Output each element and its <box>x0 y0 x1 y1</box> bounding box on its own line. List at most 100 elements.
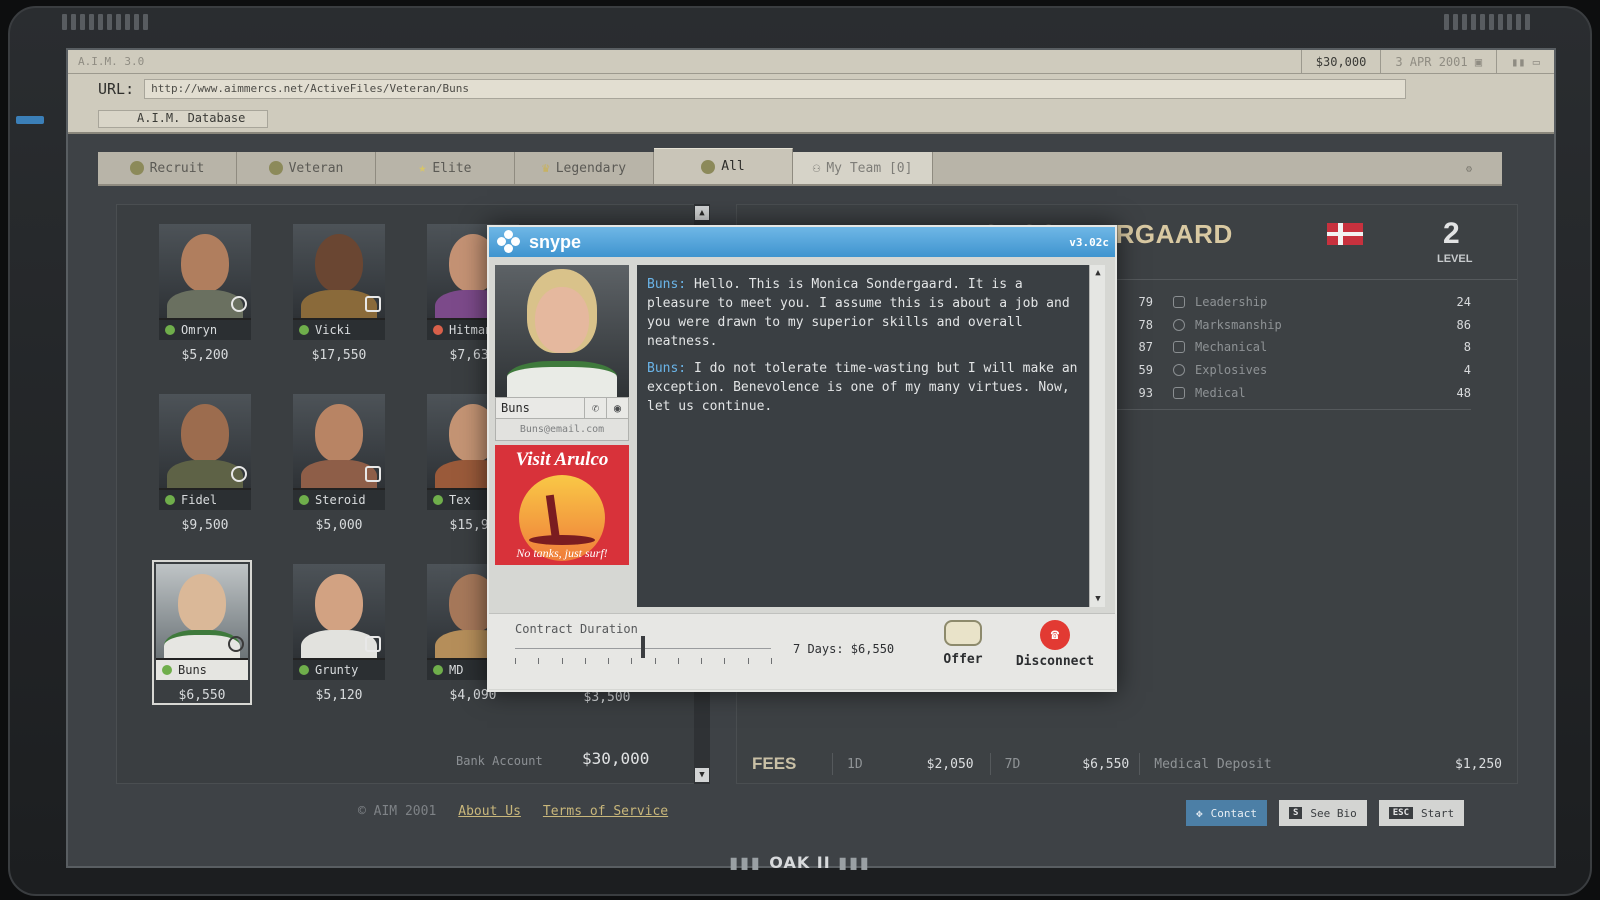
tab-recruit[interactable]: Recruit <box>98 152 237 184</box>
contact-button[interactable]: ✥ Contact <box>1186 800 1267 826</box>
merc-portrait <box>293 224 385 320</box>
slider-tick <box>677 658 679 664</box>
offer-button[interactable]: Offer <box>935 620 991 667</box>
shield-icon <box>365 636 381 652</box>
date-readout: 3 APR 2001 ▣ <box>1380 50 1496 73</box>
slider-tick <box>701 658 703 664</box>
slider-handle[interactable] <box>641 636 645 658</box>
tab-legendary[interactable]: ♛ Legendary <box>515 152 654 184</box>
database-tab[interactable]: A.I.M. Database <box>98 110 268 128</box>
key-hint: S <box>1288 807 1303 819</box>
status-dot <box>162 665 172 675</box>
crosshair-icon <box>228 636 244 652</box>
app-version: A.I.M. 3.0 <box>78 55 145 68</box>
scroll-down-icon[interactable]: ▼ <box>1092 593 1104 605</box>
status-dot <box>299 495 309 505</box>
skill-row: 93 Medical 48 <box>1109 381 1471 404</box>
snype-title: snype <box>529 231 582 252</box>
hint-icon[interactable]: ⚙ <box>1466 152 1502 184</box>
contract-panel: Contract Duration 7 Days: $6,550 Offer ☎… <box>489 613 1115 689</box>
brand-stripes-icon: ▮▮▮ <box>729 853 770 872</box>
start-button[interactable]: ESC Start <box>1378 800 1465 826</box>
slider-tick <box>654 658 656 664</box>
fee-7d-value: $6,550 <box>1082 756 1130 772</box>
profile-icon[interactable]: ◉ <box>606 398 628 418</box>
target-icon <box>1173 318 1185 331</box>
merc-card-steroid[interactable]: Steroid $5,000 <box>290 394 388 533</box>
scroll-down-icon[interactable]: ▼ <box>695 768 709 782</box>
tab-my-team[interactable]: ⚇ My Team [0] <box>793 152 933 184</box>
gear-icon <box>365 466 381 482</box>
snype-title-bar[interactable]: snype v3.02c <box>489 227 1115 257</box>
status-dot <box>433 325 443 335</box>
scroll-up-icon[interactable]: ▲ <box>695 206 709 220</box>
terms-link[interactable]: Terms of Service <box>543 804 668 819</box>
contact-email: Buns@email.com <box>495 419 629 441</box>
merc-card-vicki[interactable]: Vicki $17,550 <box>290 224 388 363</box>
monitor-brand: ▮▮▮ OAK II ▮▮▮ <box>10 853 1590 872</box>
merc-card-omryn[interactable]: Omryn $5,200 <box>156 224 254 363</box>
merc-price: $5,120 <box>315 688 363 703</box>
medical-deposit-label: Medical Deposit <box>1154 756 1272 772</box>
tab-all[interactable]: All <box>654 148 793 184</box>
bank-account-label: Bank Account <box>456 754 543 768</box>
tab-label: My Team [0] <box>826 160 913 176</box>
skill-name: Marksmanship <box>1195 317 1282 332</box>
merc-name: Steroid <box>315 493 366 507</box>
disconnect-button[interactable]: ☎ Disconnect <box>999 620 1111 669</box>
url-field[interactable]: http://www.aimmercs.net/ActiveFiles/Vete… <box>144 79 1407 99</box>
contract-duration-value: 7 Days: $6,550 <box>793 642 895 656</box>
merc-price: $5,000 <box>315 518 363 533</box>
contact-card: Buns ✆ ◉ Buns@email.com Visit Arulco No t… <box>495 265 629 565</box>
merc-card-grunty[interactable]: Grunty $5,120 <box>290 564 388 703</box>
tab-label: Legendary <box>555 160 627 176</box>
star-icon: ★ <box>418 160 427 176</box>
shield-badge-icon <box>268 161 283 175</box>
slider-tick <box>747 658 749 664</box>
merc-name: Buns <box>178 663 207 677</box>
ad-headline: Visit Arulco <box>515 449 609 470</box>
tab-veteran[interactable]: Veteran <box>237 152 376 184</box>
offer-label: Offer <box>943 652 983 667</box>
merc-level: 2 <box>1443 217 1460 250</box>
merc-name-bar: Buns <box>156 660 248 680</box>
skill-row: 59 Explosives 4 <box>1109 359 1471 382</box>
status-dot <box>433 495 443 505</box>
chat-speaker: Buns: <box>647 277 687 292</box>
site-footer: © AIM 2001 About Us Terms of Service <box>358 804 668 819</box>
fee-1d-label: 1D <box>847 756 863 772</box>
see-bio-label: See Bio <box>1310 806 1357 820</box>
category-tabs: Recruit Veteran ★ Elite ♛ Legendary All ⚇ M… <box>98 148 1502 186</box>
slider-tick <box>724 658 726 664</box>
balance-readout: $30,000 <box>1300 50 1381 73</box>
skill-name: Explosives <box>1195 363 1268 378</box>
skill-name: Mechanical <box>1195 340 1268 355</box>
skill-row: 79 Leadership 24 <box>1109 291 1471 314</box>
divider <box>1139 753 1141 775</box>
phone-icon[interactable]: ✆ <box>584 398 606 418</box>
about-us-link[interactable]: About Us <box>458 804 521 819</box>
merc-card-fidel[interactable]: Fidel $9,500 <box>156 394 254 533</box>
merc-name: Tex <box>449 493 471 507</box>
skill-value: 4 <box>1463 363 1471 378</box>
status-dot <box>299 665 309 675</box>
calendar-icon[interactable]: ▣ <box>1475 55 1482 69</box>
slider-tick <box>771 658 772 664</box>
merc-portrait <box>293 394 385 490</box>
chat-scrollbar[interactable]: ▲ ▼ <box>1089 265 1105 607</box>
chat-text: Hello. This is Monica Sondergaard. It is… <box>647 277 1078 349</box>
visit-arulco-ad[interactable]: Visit Arulco No tanks, just surf! <box>495 445 629 565</box>
tab-elite[interactable]: ★ Elite <box>376 152 515 184</box>
scroll-up-icon[interactable]: ▲ <box>1092 267 1104 279</box>
slider-tick <box>608 658 610 664</box>
fees-title: FEES <box>752 754 797 773</box>
merc-name: Omryn <box>181 323 218 337</box>
see-bio-button[interactable]: S See Bio <box>1278 800 1367 826</box>
status-dot <box>165 495 175 505</box>
crosshair-icon <box>231 296 247 312</box>
medical-deposit-value: $1,250 <box>1455 756 1502 772</box>
vent-right <box>1444 14 1530 30</box>
chat-message: Buns: Hello. This is Monica Sondergaard.… <box>647 275 1079 351</box>
merc-name-bar: Steroid <box>293 490 385 510</box>
merc-card-buns[interactable]: Buns $6,550 <box>152 560 252 705</box>
